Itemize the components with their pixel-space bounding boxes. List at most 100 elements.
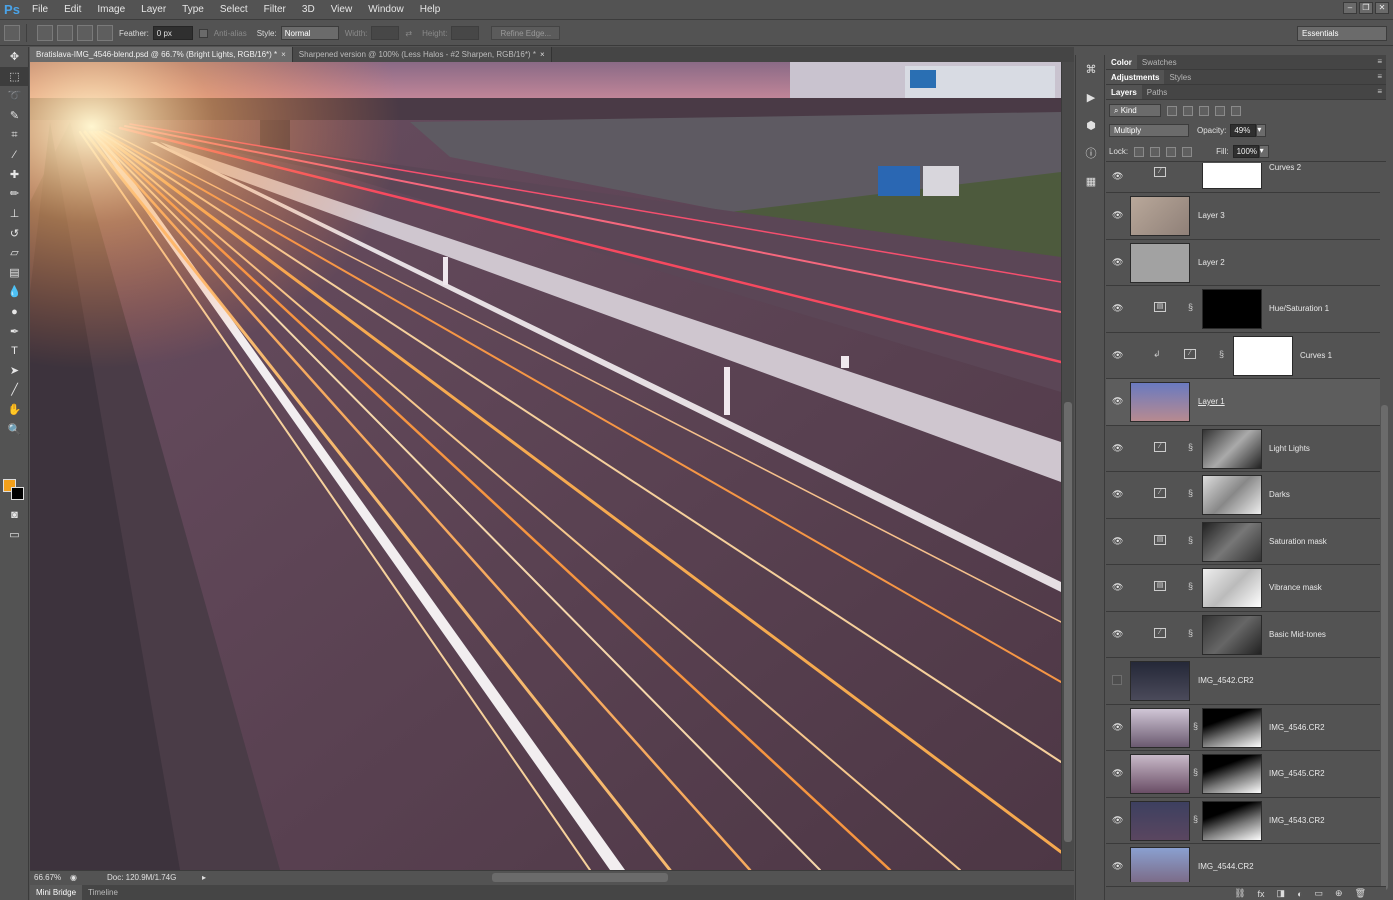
filter-adjustment-icon[interactable] <box>1183 105 1193 116</box>
add-selection-icon[interactable] <box>57 25 73 41</box>
panel-menu-icon[interactable]: ≡ <box>1377 57 1382 66</box>
menu-help[interactable]: Help <box>412 0 449 20</box>
blend-mode-select[interactable]: Multiply <box>1109 124 1189 137</box>
filter-smart-object-icon[interactable] <box>1231 105 1241 116</box>
visibility-eye-icon[interactable]: 👁 <box>1112 815 1123 825</box>
visibility-eye-icon[interactable]: 👁 <box>1112 629 1123 639</box>
layer-mask-thumbnail[interactable] <box>1202 707 1262 748</box>
quick-select-tool-icon[interactable]: ✎ <box>0 106 29 126</box>
menu-3d[interactable]: 3D <box>294 0 323 20</box>
layer-thumbnail[interactable] <box>1130 661 1190 701</box>
new-layer-icon[interactable]: ⊕ <box>1335 888 1343 899</box>
new-adjustment-icon[interactable]: ◐ <box>1297 889 1302 899</box>
visibility-eye-icon[interactable]: 👁 <box>1112 536 1123 546</box>
layer-row[interactable]: 👁 ⁄ § Basic Mid-tones <box>1106 611 1380 658</box>
refine-edge-button[interactable]: Refine Edge... <box>491 26 561 40</box>
info-icon[interactable]: ⓘ <box>1076 139 1106 167</box>
new-group-icon[interactable]: ▭ <box>1315 888 1324 899</box>
layer-row[interactable]: 👁 § IMG_4546.CR2 <box>1106 704 1380 751</box>
delete-layer-icon[interactable]: 🗑 <box>1355 888 1366 899</box>
chain-link-icon[interactable]: § <box>1188 581 1193 591</box>
layer-row[interactable]: 👁⁄§Curves 2 <box>1106 163 1380 193</box>
layer-row[interactable]: 👁 IMG_4544.CR2 <box>1106 844 1380 882</box>
eyedropper-tool-icon[interactable]: ⁄ <box>0 145 29 165</box>
filter-pixel-icon[interactable] <box>1167 105 1177 116</box>
chain-link-icon[interactable]: § <box>1219 349 1224 359</box>
visibility-eye-icon[interactable]: 👁 <box>1112 582 1123 592</box>
layer-mask-thumbnail[interactable] <box>1202 521 1262 562</box>
width-input[interactable] <box>371 26 400 40</box>
layers-scroll-thumb[interactable] <box>1381 405 1388 890</box>
close-tab-icon[interactable]: × <box>540 50 545 59</box>
layer-mask-thumbnail[interactable] <box>1202 754 1262 794</box>
layer-style-icon[interactable]: fx <box>1258 889 1265 899</box>
layer-row[interactable]: 👁 ▤ § Saturation mask <box>1106 518 1380 565</box>
lock-all-icon[interactable] <box>1182 146 1193 157</box>
close-tab-icon[interactable]: × <box>281 50 286 59</box>
antialias-checkbox[interactable] <box>198 28 208 38</box>
layer-row[interactable]: 👁 Layer 3 <box>1106 193 1380 240</box>
visibility-eye-icon[interactable]: 👁 <box>1112 257 1123 267</box>
menu-select[interactable]: Select <box>212 0 256 20</box>
layer-row[interactable]: 👁 ▤ § Hue/Saturation 1 <box>1106 286 1380 333</box>
zoom-tool-icon[interactable]: 🔍 <box>0 419 29 439</box>
layer-row[interactable]: 👁 Layer 1 <box>1106 379 1380 426</box>
visibility-eye-icon[interactable]: 👁 <box>1112 861 1123 871</box>
layer-thumbnail[interactable] <box>1130 707 1190 748</box>
filter-shape-icon[interactable] <box>1215 105 1225 116</box>
chain-link-icon[interactable]: § <box>1193 721 1198 731</box>
panel-menu-icon[interactable]: ≡ <box>1377 87 1382 96</box>
add-mask-icon[interactable]: ◨ <box>1277 888 1286 899</box>
menu-layer[interactable]: Layer <box>133 0 174 20</box>
menu-window[interactable]: Window <box>360 0 412 20</box>
chain-link-icon[interactable]: § <box>1193 767 1198 777</box>
lock-transparent-icon[interactable] <box>1134 146 1145 157</box>
clone-stamp-icon[interactable]: ⊥ <box>0 204 29 224</box>
restore-icon[interactable]: ❐ <box>1359 2 1373 14</box>
proof-icon[interactable]: ◉ <box>70 873 77 882</box>
tab-swatches[interactable]: Swatches <box>1137 55 1182 69</box>
actions-play-icon[interactable]: ▶ <box>1076 83 1106 111</box>
layer-mask-thumbnail[interactable] <box>1202 428 1262 469</box>
height-input[interactable] <box>451 26 480 40</box>
visibility-eye-icon[interactable]: 👁 <box>1112 722 1123 732</box>
tab-mini-bridge[interactable]: Mini Bridge <box>30 885 83 900</box>
crop-tool-icon[interactable]: ⌗ <box>0 125 29 145</box>
tab-layers[interactable]: Layers <box>1106 85 1142 99</box>
healing-brush-icon[interactable]: ✚ <box>0 165 29 185</box>
fill-slider-toggle[interactable]: ▾ <box>1258 145 1269 158</box>
history-icon[interactable]: ⌘ <box>1076 55 1106 83</box>
gradient-tool-icon[interactable]: ▤ <box>0 263 29 283</box>
layer-mask-thumbnail[interactable] <box>1202 163 1262 189</box>
horizontal-scroll-thumb[interactable] <box>492 873 668 882</box>
visibility-eye-icon[interactable]: 👁 <box>1112 443 1123 453</box>
new-selection-icon[interactable] <box>37 25 53 41</box>
menu-type[interactable]: Type <box>174 0 212 20</box>
lock-position-icon[interactable] <box>1166 146 1177 157</box>
layer-thumbnail[interactable] <box>1130 847 1190 882</box>
tab-timeline[interactable]: Timeline <box>82 885 124 900</box>
tab-paths[interactable]: Paths <box>1142 85 1172 99</box>
marquee-tool-icon[interactable]: ⬚ <box>0 66 29 87</box>
chain-link-icon[interactable]: § <box>1188 535 1193 545</box>
menu-view[interactable]: View <box>323 0 361 20</box>
visibility-eye-icon[interactable] <box>1112 675 1122 685</box>
tab-styles[interactable]: Styles <box>1164 70 1196 84</box>
opacity-slider-toggle[interactable]: ▾ <box>1256 124 1267 137</box>
layer-thumbnail[interactable] <box>1130 196 1190 236</box>
subtract-selection-icon[interactable] <box>77 25 93 41</box>
menu-filter[interactable]: Filter <box>256 0 294 20</box>
layer-row[interactable]: 👁 ▤ § Vibrance mask <box>1106 565 1380 612</box>
marquee-tool-preset-icon[interactable] <box>4 25 20 41</box>
document-tab-active[interactable]: Bratislava-IMG_4546-blend.psd @ 66.7% (B… <box>30 47 293 62</box>
fill-input[interactable]: 100% <box>1232 145 1259 158</box>
menu-file[interactable]: File <box>24 0 56 20</box>
chain-link-icon[interactable]: § <box>1188 302 1193 312</box>
minimize-icon[interactable]: – <box>1343 2 1357 14</box>
quick-mask-icon[interactable]: ◙ <box>0 505 29 525</box>
brush-presets-icon[interactable]: ⬢ <box>1076 111 1106 139</box>
chain-link-icon[interactable]: § <box>1193 814 1198 824</box>
style-select[interactable]: Normal <box>280 26 339 40</box>
link-layers-icon[interactable]: ⛓ <box>1234 888 1245 899</box>
intersect-selection-icon[interactable] <box>97 25 113 41</box>
